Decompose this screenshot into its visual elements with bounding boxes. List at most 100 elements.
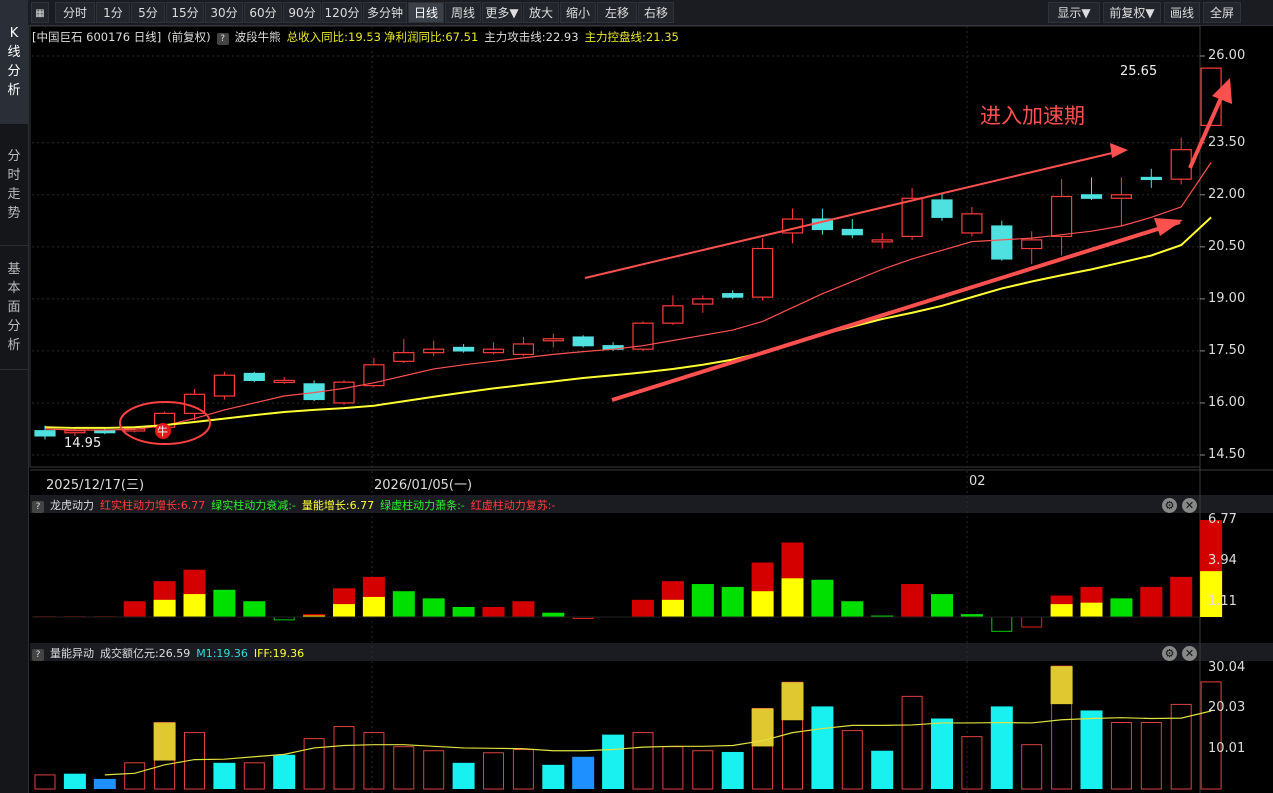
power-bar bbox=[721, 586, 744, 617]
power-bar bbox=[841, 601, 864, 617]
volume-bar bbox=[811, 706, 834, 789]
y-axis-label: 16.00 bbox=[1208, 394, 1246, 410]
volume-bar bbox=[602, 734, 625, 789]
volume-bar bbox=[213, 762, 236, 789]
high-price-label: 25.65 bbox=[1120, 64, 1158, 79]
candle-up bbox=[1170, 149, 1192, 180]
candle-down bbox=[34, 430, 56, 437]
help-icon[interactable]: ? bbox=[32, 501, 44, 513]
lower-arrow-head bbox=[1154, 218, 1183, 236]
panel1-l2: 绿实柱动力衰减:- bbox=[211, 499, 296, 512]
candle-up bbox=[751, 247, 774, 298]
volume-m1-line bbox=[104, 710, 1212, 776]
panel1-title: ? 龙虎动力 红实柱动力增长:6.77 绿实柱动力衰减:- 量能增长:6.77 绿虚柱动力… bbox=[32, 498, 561, 514]
candle-up bbox=[871, 239, 893, 243]
panel1-close-icon[interactable]: ✕ bbox=[1182, 498, 1197, 513]
panel2-l3: IFF:19.36 bbox=[253, 647, 305, 660]
candle-up bbox=[692, 298, 714, 305]
power-bar bbox=[512, 601, 535, 617]
power-bar bbox=[123, 601, 146, 617]
volume-bar-hollow bbox=[692, 750, 714, 790]
candle-up bbox=[64, 430, 86, 434]
volume-bar-hollow bbox=[841, 730, 863, 790]
y-axis-label: 19.00 bbox=[1208, 290, 1246, 306]
volume-bar-hollow bbox=[632, 732, 654, 790]
volume-bar-hollow bbox=[1200, 681, 1222, 790]
candle-down bbox=[991, 225, 1013, 260]
power-bar-hollow bbox=[991, 616, 1013, 632]
candle-up bbox=[482, 348, 505, 354]
y-axis-label: 17.50 bbox=[1208, 342, 1246, 358]
volume-bar-hollow bbox=[1021, 744, 1043, 790]
date-label: 2026/01/05(一) bbox=[374, 478, 473, 493]
volume-bar-hollow bbox=[512, 749, 534, 790]
power-bar-yellow bbox=[661, 599, 684, 617]
candle-down bbox=[1140, 176, 1162, 181]
power-bar bbox=[243, 601, 266, 617]
power-bar bbox=[422, 598, 445, 617]
volume-bar-hollow bbox=[124, 762, 146, 790]
candle-down bbox=[243, 372, 265, 382]
volume-bar-hollow bbox=[34, 774, 56, 790]
candle-down bbox=[572, 336, 594, 347]
upper-trend-line bbox=[584, 149, 1126, 279]
candle-up bbox=[662, 305, 684, 324]
lower-trend-line bbox=[611, 220, 1181, 402]
y-axis-label: 26.00 bbox=[1208, 48, 1246, 63]
candle-up bbox=[393, 352, 415, 362]
low-price-label: 14.95 bbox=[64, 436, 102, 451]
panel1-l1: 红实柱动力增长:6.77 bbox=[100, 499, 206, 512]
power-bar-yellow bbox=[153, 599, 176, 617]
panel1-y-label: 6.77 bbox=[1208, 512, 1237, 527]
panel2-l1: 成交额亿元:26.59 bbox=[100, 647, 191, 660]
volume-bar bbox=[721, 751, 744, 789]
y-axis-label: 23.50 bbox=[1208, 134, 1246, 150]
volume-bar-hollow bbox=[483, 752, 504, 790]
power-bar-yellow bbox=[751, 591, 774, 617]
volume-bar-hollow bbox=[662, 746, 684, 790]
volume-bar bbox=[1080, 710, 1103, 789]
volume-bar bbox=[990, 706, 1013, 789]
candle-down bbox=[94, 430, 116, 434]
date-label: 02 bbox=[969, 474, 986, 489]
volume-bar bbox=[93, 778, 116, 789]
panel1-name: 龙虎动力 bbox=[50, 499, 94, 512]
panel2-title: ? 量能异动 成交额亿元:26.59 M1:19.36 IFF:19.36 bbox=[32, 646, 310, 662]
power-bar bbox=[632, 599, 654, 617]
candle-up bbox=[1110, 194, 1133, 199]
power-bar-yellow bbox=[781, 578, 804, 617]
power-bar-yellow bbox=[1050, 604, 1073, 617]
panel2-close-icon[interactable]: ✕ bbox=[1182, 646, 1197, 661]
volume-bar-hollow bbox=[1110, 722, 1132, 790]
candle-up bbox=[512, 343, 535, 355]
volume-bar-hollow bbox=[901, 695, 923, 790]
y-axis-label: 14.50 bbox=[1208, 447, 1246, 462]
volume-bar-hollow bbox=[243, 762, 265, 790]
y-axis-label: 20.50 bbox=[1208, 238, 1246, 254]
candle-down bbox=[453, 346, 475, 352]
power-bar bbox=[482, 606, 505, 617]
panel2-settings-icon[interactable]: ⚙ bbox=[1162, 646, 1177, 661]
volume-bar bbox=[63, 773, 86, 789]
panel1-settings-icon[interactable]: ⚙ bbox=[1162, 498, 1177, 513]
panel2-l2: M1:19.36 bbox=[196, 647, 248, 660]
power-bar bbox=[1110, 598, 1133, 617]
candle-up bbox=[333, 381, 355, 404]
candle-up bbox=[901, 197, 923, 238]
volume-bar-hollow bbox=[303, 738, 325, 790]
volume-bar bbox=[452, 762, 475, 789]
candle-up bbox=[213, 374, 235, 397]
help-icon[interactable]: ? bbox=[32, 649, 44, 661]
candle-up bbox=[1050, 195, 1073, 238]
acceleration-annotation: 进入加速期 bbox=[980, 104, 1085, 128]
power-bar bbox=[1170, 576, 1193, 617]
panel1-y-label: 3.94 bbox=[1208, 553, 1237, 568]
bull-marker-text: 牛 bbox=[157, 425, 168, 438]
candle-down bbox=[722, 293, 744, 298]
candle-up bbox=[273, 379, 295, 384]
power-bar bbox=[392, 591, 415, 617]
volume-bar-hollow bbox=[333, 726, 355, 790]
power-bar-yellow bbox=[1080, 602, 1103, 617]
power-bar-yellow bbox=[362, 596, 385, 617]
volume-bar-hollow bbox=[423, 750, 445, 790]
